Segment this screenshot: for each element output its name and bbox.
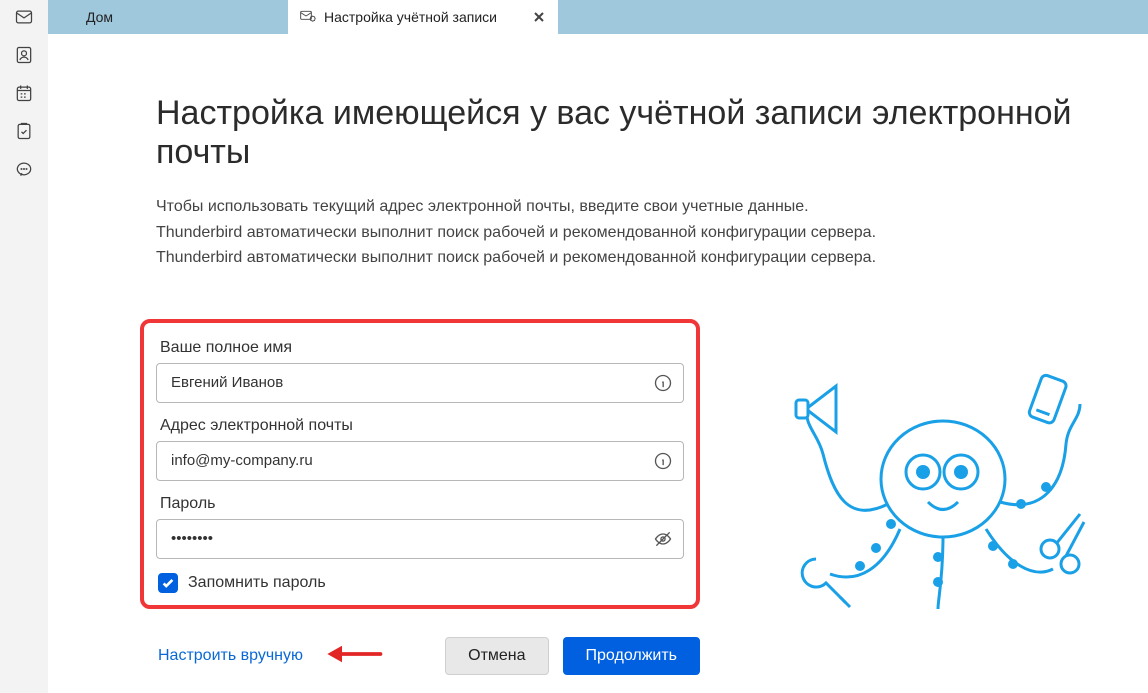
email-label: Адрес электронной почты [156,417,684,435]
info-icon[interactable] [652,450,674,472]
email-input[interactable] [156,441,684,481]
close-icon[interactable] [532,10,546,24]
chat-icon[interactable] [10,158,38,180]
nav-rail [0,0,48,693]
remember-password-checkbox[interactable]: Запомнить пароль [156,573,684,593]
tab-home[interactable]: Дом [48,0,288,34]
calendar-icon[interactable] [10,82,38,104]
tasks-icon[interactable] [10,120,38,142]
page-description: Чтобы использовать текущий адрес электро… [156,194,976,271]
full-name-input[interactable] [156,363,684,403]
tab-bar: Дом Настройка учётной записи [48,0,1148,34]
name-label: Ваше полное имя [156,339,684,357]
mail-gear-icon [300,9,316,26]
credentials-form: Ваше полное имя Адрес электронной почты [140,319,700,609]
remember-password-label: Запомнить пароль [188,574,326,592]
checkbox-checked-icon [158,573,178,593]
password-label: Пароль [156,495,684,513]
manual-config-button[interactable]: Настроить вручную [156,641,305,671]
octopus-illustration [788,364,1088,614]
tab-account-setup-label: Настройка учётной записи [324,9,497,25]
continue-button[interactable]: Продолжить [563,637,700,675]
mail-icon[interactable] [10,6,38,28]
tab-home-label: Дом [86,9,113,25]
tab-account-setup[interactable]: Настройка учётной записи [288,0,558,34]
password-input[interactable] [156,519,684,559]
addressbook-icon[interactable] [10,44,38,66]
page-title: Настройка имеющейся у вас учётной записи… [156,94,1088,172]
info-icon[interactable] [652,372,674,394]
eye-off-icon[interactable] [652,528,674,550]
attention-arrow-icon [323,643,383,669]
cancel-button[interactable]: Отмена [445,637,548,675]
